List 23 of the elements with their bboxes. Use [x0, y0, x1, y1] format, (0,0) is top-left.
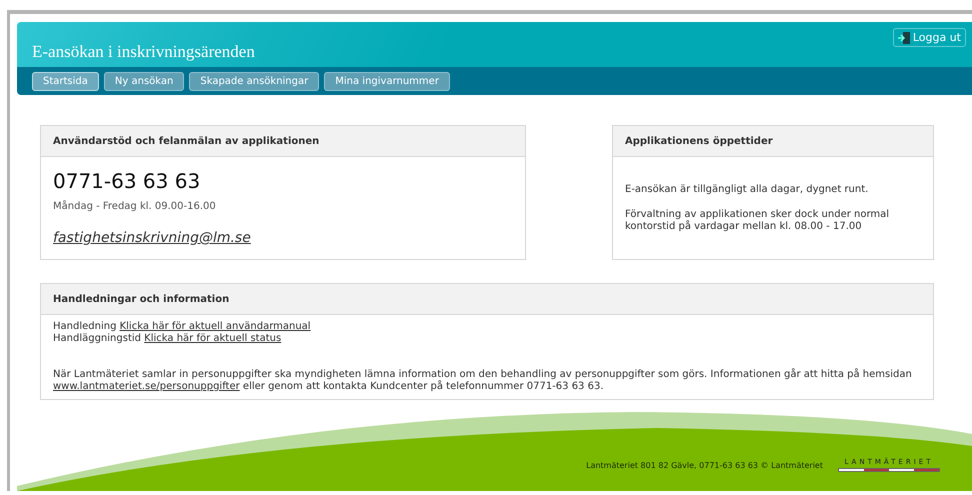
guide-line: Handläggningstid Klicka här för aktuell status	[53, 333, 282, 345]
info-text: E-ansökan är tillgängligt alla dagar, dygnet runt.	[625, 184, 870, 196]
card-title: Användarstöd och felanmälan av applikationen	[53, 136, 320, 146]
logo-stripe-icon	[838, 468, 940, 472]
link[interactable]: www.lantmateriet.se/personuppgifter	[53, 381, 240, 392]
info-text: Förvaltning av applikationen sker dock under normal kontorstid på vardagar mellan kl. 08.00 - 17.00	[625, 209, 890, 233]
email-link[interactable]: fastighetsinskrivning@lm.se	[53, 230, 251, 246]
nav-tab[interactable]: Skapade ansökningar	[189, 72, 320, 90]
nav-tab[interactable]: Ny ansökan	[104, 72, 184, 90]
card-title: Applikationens öppettider	[625, 136, 773, 146]
card-title: Handledningar och information	[53, 294, 230, 304]
door-icon	[898, 32, 910, 44]
footer-text: Lantmäteriet 801 82 Gävle, 0771-63 63 63 © Lantmäteriet	[586, 460, 823, 470]
link[interactable]: Klicka här för aktuell status	[144, 333, 282, 344]
app-title: E-ansökan i inskrivningsärenden	[32, 42, 255, 62]
guide-line: Handledning Klicka här för aktuell användarmanual	[53, 321, 312, 333]
phone-number: 0771-63 63 63	[53, 169, 202, 193]
nav-tab[interactable]: Startsida	[32, 72, 99, 90]
logout-button[interactable]: Logga ut	[892, 28, 966, 47]
opening-hours: Måndag - Fredag kl. 09.00-16.00	[53, 201, 217, 212]
privacy-notice: När Lantmäteriet samlar in personuppgifter ska myndigheten lämna information om den behandling av personuppgifter som görs. Informationen går att hitta på hemsidan www.lantmateriet.se/personuppgifter eller genom att kontakta Kundcenter på telefonnummer 0771-63 63 63.	[53, 369, 913, 393]
link[interactable]: Klicka här för aktuell användarmanual	[120, 321, 311, 332]
nav-tab[interactable]: Mina ingivarnummer	[324, 72, 450, 90]
